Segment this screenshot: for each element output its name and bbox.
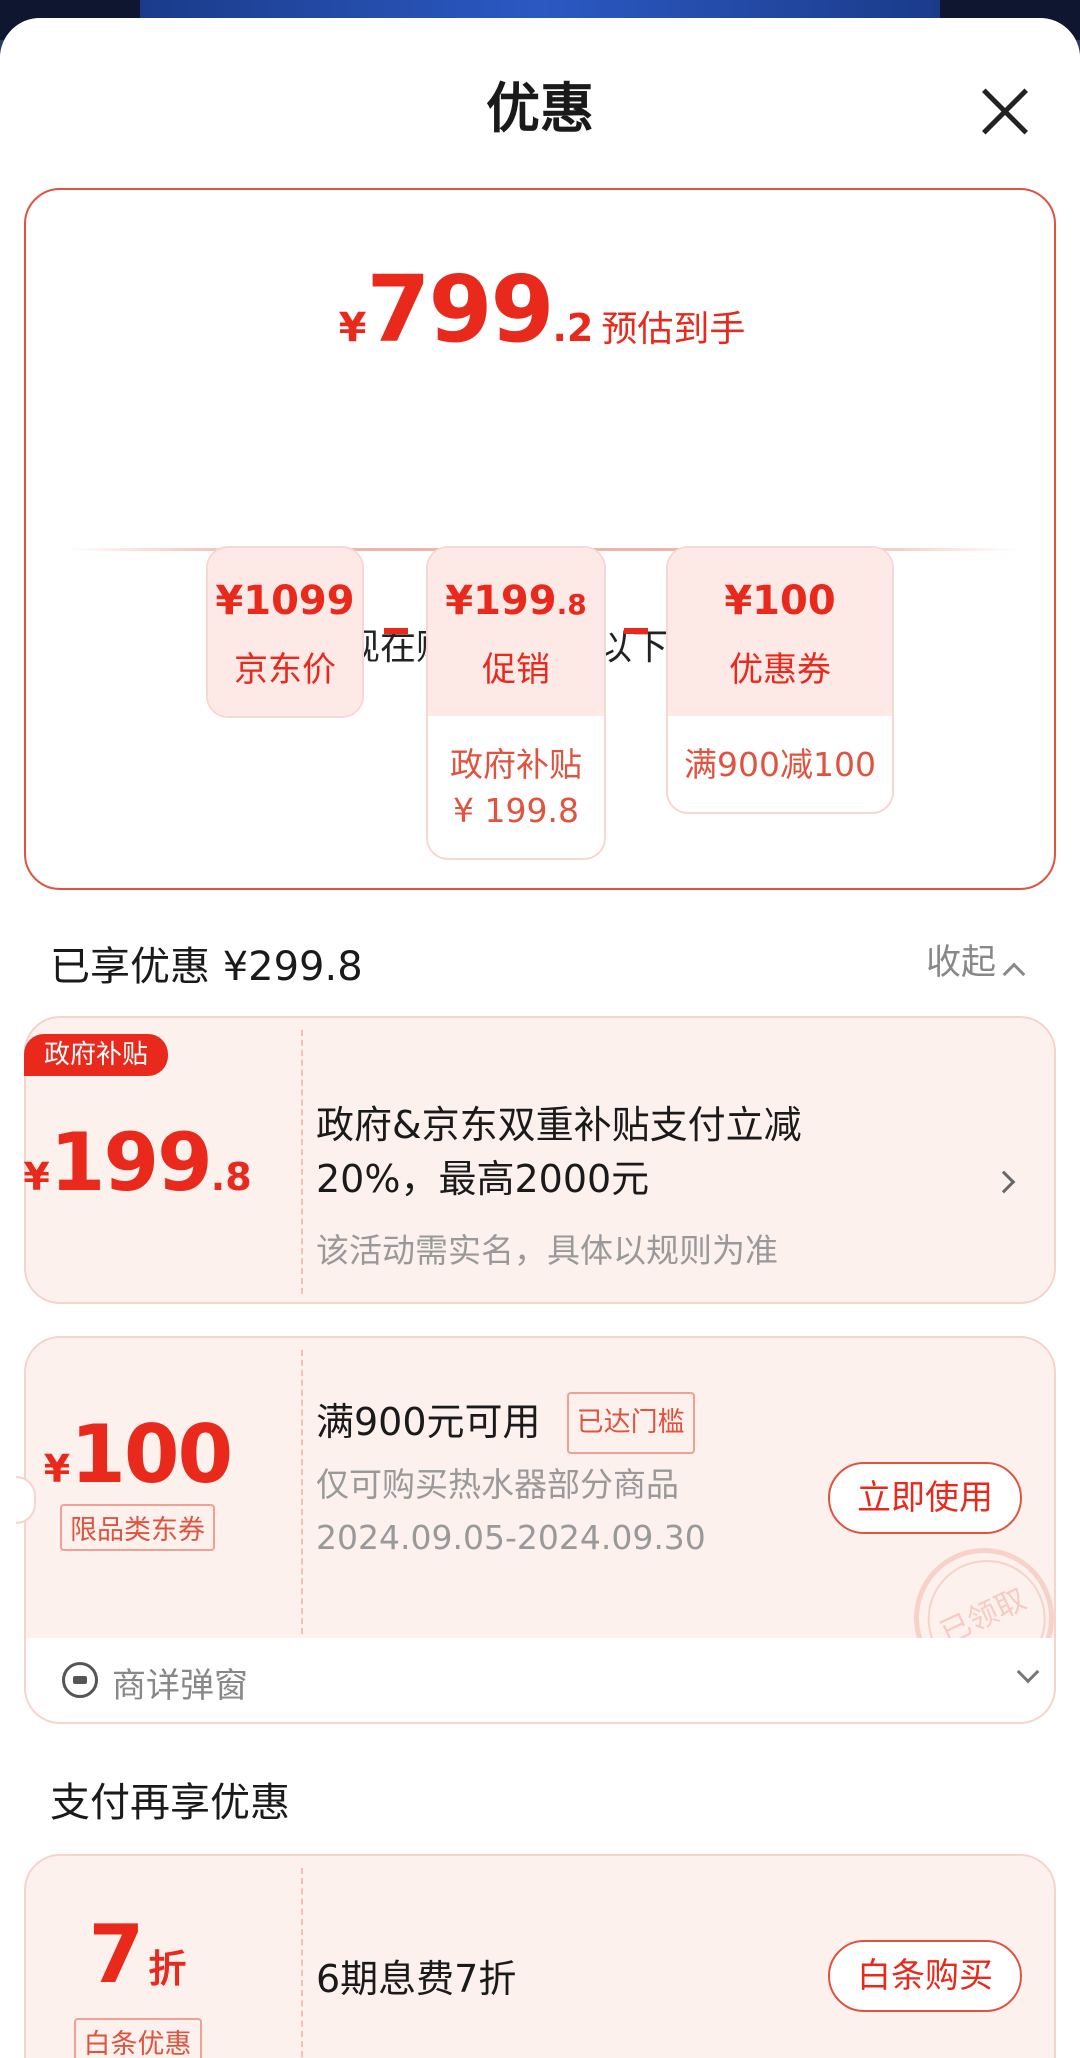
price-box-jd: ¥1099 京东价 [206, 546, 364, 718]
coupon-validity: 2024.09.05-2024.09.30 [316, 1518, 706, 1557]
estimated-price: ¥799.2 预估到手 [26, 256, 1058, 363]
threshold-reached-badge: 已达门槛 [566, 1392, 695, 1454]
coupon-footer-label: 商详弹窗 [112, 1666, 248, 1706]
coupon-icon [62, 1662, 98, 1698]
price-box-detail: 政府补贴 ¥ 199.8 [450, 745, 582, 830]
coupon-amount: ¥100 [0, 1408, 275, 1501]
price-box-coupon: ¥100 优惠券 满900减100 [666, 546, 894, 814]
currency-symbol: ¥ [43, 1447, 71, 1491]
gov-subsidy-title: 政府&京东双重补贴支付立减20%，最高2000元 [316, 1103, 802, 1201]
amount-integer: 199 [49, 1116, 213, 1209]
baitiao-offer: 6期息费7折 [316, 1957, 517, 2001]
minus-operator [624, 628, 648, 634]
price-box-name: 京东价 [234, 650, 336, 690]
enjoyed-discount-title: 已享优惠 ¥299.8 [50, 944, 363, 990]
coupon-scope: 仅可购买热水器部分商品 [316, 1465, 679, 1504]
price-box-amount: ¥1099 [215, 578, 355, 624]
discount-unit: 折 [148, 1947, 187, 1991]
price-box-promotion: ¥199.8 促销 政府补贴 ¥ 199.8 [426, 546, 606, 860]
close-icon[interactable] [980, 86, 1030, 136]
amount-integer: 100 [70, 1408, 233, 1501]
estimated-price-label: 预估到手 [601, 309, 746, 350]
price-box-name: 促销 [482, 650, 550, 690]
discount-sheet: 优惠 ¥799.2预估到手 现在购买，享受以下优惠 ¥1099 京东价 ¥199… [0, 18, 1080, 2058]
collapse-button[interactable]: 收起 [926, 934, 996, 985]
sheet-title: 优惠 [486, 77, 594, 140]
baitiao-badge-wrap: 白条优惠 [0, 2018, 275, 2058]
gov-subsidy-amount: ¥199.8 [0, 1116, 275, 1209]
baitiao-badge: 白条优惠 [73, 2018, 202, 2058]
coupon-footer[interactable]: 商详弹窗 [24, 1638, 1056, 1724]
price-box-amount-decimal: .8 [556, 588, 587, 621]
gov-subsidy-note: 该活动需实名，具体以规则为准 [316, 1231, 778, 1270]
price-summary: ¥799.2预估到手 现在购买，享受以下优惠 ¥1099 京东价 ¥199.8 … [24, 188, 1056, 890]
price-box-amount: ¥100 [724, 578, 836, 624]
discount-value: 7 [88, 1908, 145, 2001]
price-box-name: 优惠券 [729, 650, 831, 690]
coupon-type-wrap: 限品类东券 [0, 1504, 275, 1551]
price-box-amount: ¥199 [445, 578, 557, 624]
currency-symbol: ¥ [23, 1155, 50, 1199]
baitiao-discount: 7折 [0, 1908, 275, 2001]
minus-operator [384, 628, 408, 634]
currency-symbol: ¥ [338, 305, 367, 351]
coupon-type-badge: 限品类东券 [60, 1504, 215, 1551]
estimated-price-decimal: .2 [552, 306, 594, 350]
pay-discount-title: 支付再享优惠 [50, 1780, 290, 1826]
estimated-price-integer: 799 [366, 256, 554, 363]
coupon-condition-row: 满900元可用 已达门槛 [316, 1392, 695, 1454]
baitiao-buy-button[interactable]: 白条购买 [828, 1940, 1022, 2012]
use-now-button[interactable]: 立即使用 [828, 1462, 1022, 1534]
chevron-down-icon[interactable] [1016, 1660, 1040, 1684]
coupon-condition: 满900元可用 [316, 1400, 541, 1444]
price-box-detail: 满900减100 [684, 745, 876, 784]
gov-subsidy-tag: 政府补贴 [24, 1034, 168, 1076]
amount-decimal: .8 [210, 1155, 252, 1199]
